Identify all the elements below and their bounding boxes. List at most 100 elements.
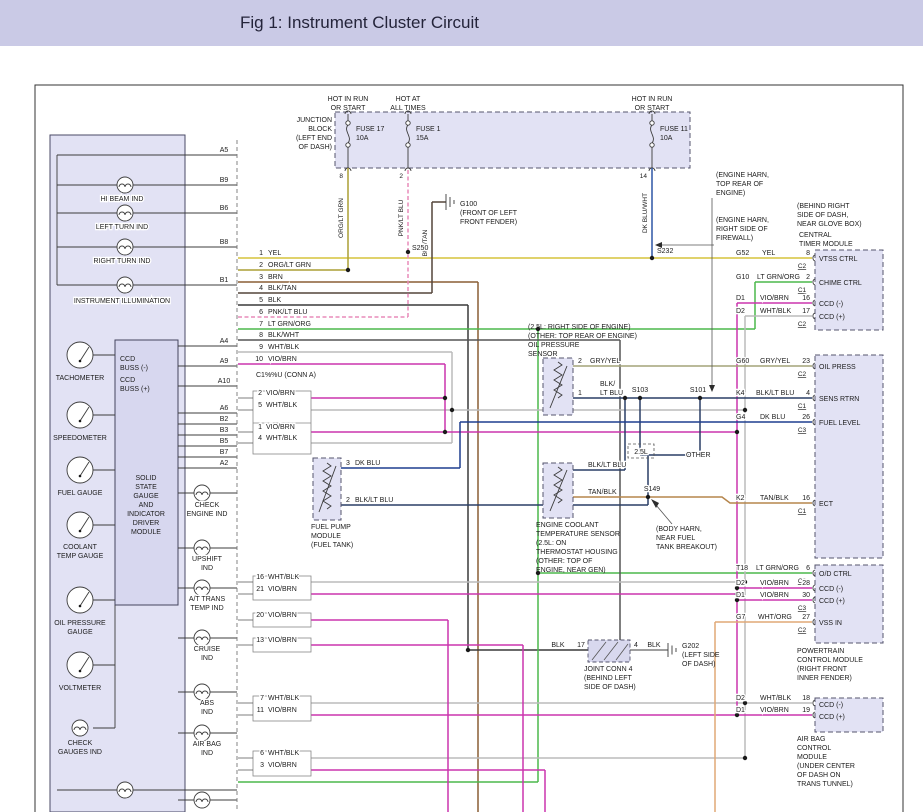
module-caption: NEAR GLOVE BOX) xyxy=(797,221,862,228)
wire-color: VIO/BRN xyxy=(268,637,297,644)
sensor-caption: OIL PRESSURE xyxy=(528,342,580,349)
note: TOP REAR OF xyxy=(716,181,763,188)
splice-label: S149 xyxy=(644,486,660,493)
conn-pin: 21 xyxy=(256,586,264,593)
gauge-label: TACHOMETER xyxy=(56,375,104,382)
splice-label: S101 xyxy=(690,387,706,394)
connector-ref: C2 xyxy=(798,627,807,634)
note: JOINT CONN 4 xyxy=(584,666,633,673)
variant-label: OTHER xyxy=(686,452,711,459)
wire-color: VIO/BRN xyxy=(268,707,297,714)
fuse-name: FUSE 11 xyxy=(660,126,688,133)
module-pin: 28 xyxy=(802,580,810,587)
conn-pin: 2 xyxy=(259,262,263,269)
warning-lamp-label: IND xyxy=(201,655,213,662)
conn-pin: 4 xyxy=(634,642,638,649)
fuse-pin: 8 xyxy=(339,173,343,180)
module-function: FUEL LEVEL xyxy=(819,420,860,427)
conn-pin: 5 xyxy=(258,402,262,409)
conn-pin: 7 xyxy=(259,321,263,328)
cluster-pin: B6 xyxy=(220,205,229,212)
module-pin: 6 xyxy=(806,565,810,572)
module-function: O/D CTRL xyxy=(819,571,852,578)
wire-color: VIO/BRN xyxy=(268,356,297,363)
sensor-caption: ENGINE, NEAR GEN) xyxy=(536,567,606,574)
module-caption: (UNDER CENTER xyxy=(797,763,855,770)
gauge-label: GAUGE xyxy=(67,629,93,636)
wire-color: YEL xyxy=(762,250,775,257)
module-function: CCD (-) xyxy=(819,586,843,593)
warning-lamp-label: A/T TRANS xyxy=(189,596,226,603)
cluster-pin: A10 xyxy=(218,378,231,385)
module-function: VSS IN xyxy=(819,620,842,627)
circuit-ref: G52 xyxy=(736,250,749,257)
module-caption: CONTROL xyxy=(797,745,831,752)
note: NEAR FUEL xyxy=(656,535,695,542)
wire-color: WHT/ORG xyxy=(758,614,792,621)
gauge-label: OIL PRESSURE xyxy=(54,620,106,627)
gauge-label: CHECK xyxy=(68,740,93,747)
note: (ENGINE HARN, xyxy=(716,217,769,224)
module-name: MODULE xyxy=(131,529,161,536)
junction-label: BLOCK xyxy=(308,126,332,133)
indicator-label: INSTRUMENT ILLUMINATION xyxy=(74,298,170,305)
connector-ref: C3 xyxy=(798,605,807,612)
warning-lamp-label: IND xyxy=(201,709,213,716)
wire-color: VIO/BRN xyxy=(268,612,297,619)
sensor-pin: 2 xyxy=(346,497,350,504)
wire-color: BLK/LT BLU xyxy=(588,462,626,469)
connector-ref: C1 xyxy=(798,403,807,410)
conn-a-label: C1%%U (CONN A) xyxy=(256,372,316,379)
wire-color: WHT/BLK xyxy=(266,435,297,442)
fuse-rating: 10A xyxy=(660,135,673,142)
module-pin: 2 xyxy=(806,274,810,281)
fuse-rating: 10A xyxy=(356,135,369,142)
note: (ENGINE HARN, xyxy=(716,172,769,179)
module-caption: SIDE OF DASH, xyxy=(797,212,848,219)
conn-pin: 4 xyxy=(259,285,263,292)
wire-color: LT GRN/ORG xyxy=(757,274,800,281)
module-name: STATE xyxy=(135,484,157,491)
circuit-ref: D2 xyxy=(736,580,745,587)
ground-label: G100 xyxy=(460,201,477,208)
circuit-ref: G7 xyxy=(736,614,745,621)
gauge-label: FUEL GAUGE xyxy=(58,490,103,497)
wire-color: VIO/BRN xyxy=(760,707,789,714)
wire-color: WHT/BLK xyxy=(760,308,791,315)
wire-color: BLK/TAN xyxy=(268,285,297,292)
note: RIGHT SIDE OF xyxy=(716,226,768,233)
wire-color: VIO/BRN xyxy=(760,295,789,302)
power-feed-label: ALL TIMES xyxy=(390,105,426,112)
conn-pin: 8 xyxy=(259,332,263,339)
module-function: SENS RTRN xyxy=(819,396,859,403)
sensor-pin: 2 xyxy=(578,358,582,365)
connector-ref: C1 xyxy=(798,287,807,294)
sensor-caption: ENGINE COOLANT xyxy=(536,522,599,529)
circuit-ref: G10 xyxy=(736,274,749,281)
module-function: OIL PRESS xyxy=(819,364,856,371)
note: SIDE OF DASH) xyxy=(584,684,636,691)
module-pin: 16 xyxy=(802,295,810,302)
wire-color: BRN xyxy=(268,274,283,281)
conn-pin: 9 xyxy=(259,344,263,351)
wire-color: WHT/BLK xyxy=(760,695,791,702)
power-feed-label: OR START xyxy=(331,105,366,112)
conn-pin: 2 xyxy=(258,390,262,397)
wire-color: WHT/BLK xyxy=(268,344,299,351)
connector-ref: C2 xyxy=(798,321,807,328)
conn-pin: 1 xyxy=(258,424,262,431)
ground-label: G202 xyxy=(682,643,699,650)
sensor-caption: (OTHER: TOP REAR OF ENGINE) xyxy=(528,333,637,340)
module-function: VTSS CTRL xyxy=(819,256,858,263)
module-caption: INNER FENDER) xyxy=(797,675,852,682)
conn-pin: 20 xyxy=(256,612,264,619)
module-caption: POWERTRAIN xyxy=(797,648,844,655)
conn-pin: 7 xyxy=(260,695,264,702)
wire-color: YEL xyxy=(268,250,281,257)
circuit-ref: K2 xyxy=(736,495,745,502)
conn-pin: 4 xyxy=(258,435,262,442)
sensor-caption: (2.5L: ON xyxy=(536,540,566,547)
wire-color: WHT/BLK xyxy=(268,574,299,581)
module-function: CCD (+) xyxy=(819,598,845,605)
module-caption: TIMER MODULE xyxy=(799,241,853,248)
